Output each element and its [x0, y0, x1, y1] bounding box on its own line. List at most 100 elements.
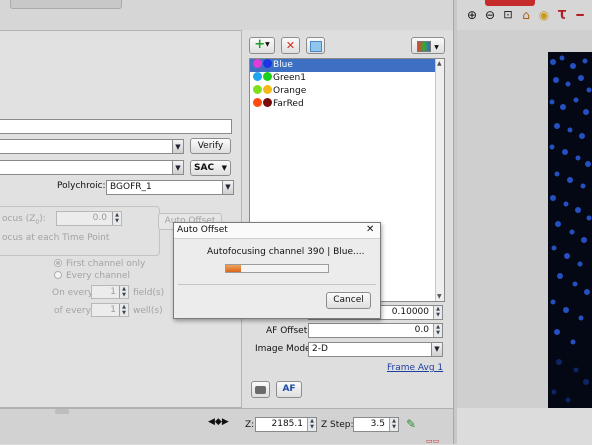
- radio-icon: [54, 271, 62, 279]
- chevron-down-icon: ▼: [221, 164, 227, 172]
- bottom-bar: ◀◆▶ Z: 2185.1 ▲ ▼ Z Step: 3.5 ▲ ▼ ✎ ▭▭: [0, 408, 453, 445]
- left-panel: ▼ Verify ▼ SAC ▼ Polychroic: BGOFR_1 ▼ o…: [0, 30, 242, 408]
- spinner-icon[interactable]: ▲ ▼: [112, 212, 121, 225]
- zstep-label: Z Step:: [321, 420, 354, 430]
- channel-color-icon: [263, 59, 272, 68]
- delete-icon: ✕: [285, 39, 296, 52]
- auto-offset-dialog: Auto Offset ✕ Autofocusing channel 390 |…: [173, 222, 381, 319]
- scroll-down-icon[interactable]: ▼: [437, 293, 442, 300]
- spinner-icon[interactable]: ▲ ▼: [307, 418, 316, 431]
- zoom-in-icon[interactable]: ⊕: [465, 8, 479, 22]
- setting-combo[interactable]: ▼: [0, 139, 184, 154]
- chevron-down-icon[interactable]: ▼: [431, 343, 442, 356]
- channel-settings-button[interactable]: ▼: [411, 37, 445, 54]
- nav-arrows-icon[interactable]: ◀◆▶: [208, 417, 229, 427]
- frame-avg-link[interactable]: Frame Avg 1: [387, 363, 443, 373]
- af-button[interactable]: AF: [276, 381, 302, 398]
- of-every-field[interactable]: 1 ▲ ▼: [91, 303, 129, 317]
- more-icon[interactable]: ━: [573, 8, 587, 22]
- cancel-button[interactable]: Cancel: [326, 292, 371, 309]
- polychroic-select[interactable]: BGOFR_1 ▼: [106, 180, 234, 195]
- channel-name: Orange: [273, 86, 307, 96]
- first-channel-label: First channel only: [66, 259, 146, 269]
- channel-item[interactable]: Blue: [250, 59, 435, 72]
- measure-icon[interactable]: Ꚍ: [555, 8, 569, 22]
- viewer-toolbar: ⊕ ⊖ ⊡ ⌂ ◉ Ꚍ ━: [457, 0, 592, 30]
- channel-item[interactable]: Orange: [250, 85, 435, 98]
- spinner-icon[interactable]: ▲ ▼: [119, 304, 128, 316]
- channel-color-icon: [263, 72, 272, 81]
- chevron-down-icon[interactable]: ▼: [172, 161, 183, 174]
- camera-button[interactable]: [251, 381, 270, 398]
- microscope-image[interactable]: [548, 52, 592, 408]
- channel-item[interactable]: FarRed: [250, 98, 435, 111]
- viewer-sidebar: [457, 30, 548, 408]
- image-mode-value: 2-D: [312, 344, 328, 354]
- edit-icon: [309, 41, 322, 52]
- channel-name: FarRed: [273, 99, 304, 109]
- polychroic-label: Polychroic:: [57, 181, 106, 191]
- spinner-icon[interactable]: ▲ ▼: [389, 418, 398, 431]
- channel-color-icon: [253, 85, 262, 94]
- camera-icon: [255, 386, 266, 394]
- af-offset-field[interactable]: 0.0 ▲ ▼: [308, 323, 443, 338]
- radio-icon: [54, 259, 62, 267]
- of-every-value: 1: [110, 305, 116, 315]
- focus-offset-field[interactable]: 0.0 ▲ ▼: [56, 211, 122, 226]
- red-tab[interactable]: [485, 0, 535, 6]
- channel-name: Blue: [273, 60, 293, 70]
- of-every-label: of every: [54, 306, 91, 316]
- image-top-gap: [548, 30, 592, 52]
- offset-value: 0.10000: [391, 307, 429, 317]
- pencil-icon[interactable]: ✎: [406, 417, 416, 431]
- dialog-titlebar[interactable]: Auto Offset ✕: [174, 223, 380, 239]
- focus-offset-value: 0.0: [92, 213, 107, 223]
- plus-icon: +: [254, 37, 266, 52]
- collapsed-tab[interactable]: [10, 0, 122, 9]
- spinner-icon[interactable]: ▲ ▼: [433, 324, 442, 337]
- sac-label: SAC: [194, 163, 215, 173]
- focus-label-text: ocus (Z: [2, 214, 36, 224]
- dialog-message: Autofocusing channel 390 | Blue....: [207, 247, 365, 257]
- edit-channel-button[interactable]: [306, 37, 325, 54]
- focus-label-suffix: ):: [39, 214, 46, 224]
- sac-combo[interactable]: SAC ▼: [190, 160, 231, 176]
- add-channel-button[interactable]: +▼: [249, 37, 275, 54]
- list-scrollbar[interactable]: ▲ ▼: [435, 59, 444, 301]
- fit-icon[interactable]: ⊡: [501, 8, 515, 22]
- first-channel-radio[interactable]: First channel only: [54, 259, 145, 269]
- name-field[interactable]: [0, 119, 232, 134]
- channel-color-icon: [253, 72, 262, 81]
- focus-label: ocus (Z0):: [2, 214, 46, 226]
- dialog-title: Auto Offset: [177, 225, 228, 235]
- chevron-down-icon: ▼: [265, 41, 270, 48]
- on-every-field[interactable]: 1 ▲ ▼: [91, 285, 129, 299]
- image-mode-select[interactable]: 2-D ▼: [308, 342, 443, 357]
- every-channel-radio[interactable]: Every channel: [54, 271, 130, 281]
- delete-channel-button[interactable]: ✕: [281, 37, 300, 54]
- nuclei-image: [549, 55, 592, 403]
- verify-button[interactable]: Verify: [190, 138, 231, 154]
- zoom-out-icon[interactable]: ⊖: [483, 8, 497, 22]
- palette-icon: [417, 41, 432, 52]
- channel-color-icon: [253, 59, 262, 68]
- lasso-icon[interactable]: ◉: [537, 8, 551, 22]
- home-icon[interactable]: ⌂: [519, 8, 533, 22]
- image-mode-label: Image Mode:: [255, 344, 314, 354]
- zstep-field[interactable]: 3.5 ▲ ▼: [353, 417, 399, 432]
- chevron-down-icon[interactable]: ▼: [222, 181, 233, 194]
- wells-label: well(s): [133, 306, 163, 316]
- zstep-value: 3.5: [370, 419, 385, 429]
- chevron-down-icon[interactable]: ▼: [172, 140, 183, 153]
- channel-name: Green1: [273, 73, 306, 83]
- af-offset-value: 0.0: [414, 325, 429, 335]
- spinner-icon[interactable]: ▲ ▼: [433, 306, 442, 319]
- z-field[interactable]: 2185.1 ▲ ▼: [255, 417, 317, 432]
- mode-combo[interactable]: ▼: [0, 160, 184, 175]
- close-icon[interactable]: ✕: [366, 224, 374, 235]
- top-strip: [0, 0, 457, 30]
- channel-item[interactable]: Green1: [250, 72, 435, 85]
- scroll-up-icon[interactable]: ▲: [437, 60, 442, 67]
- left-scroll-handle[interactable]: [55, 409, 69, 414]
- spinner-icon[interactable]: ▲ ▼: [119, 286, 128, 298]
